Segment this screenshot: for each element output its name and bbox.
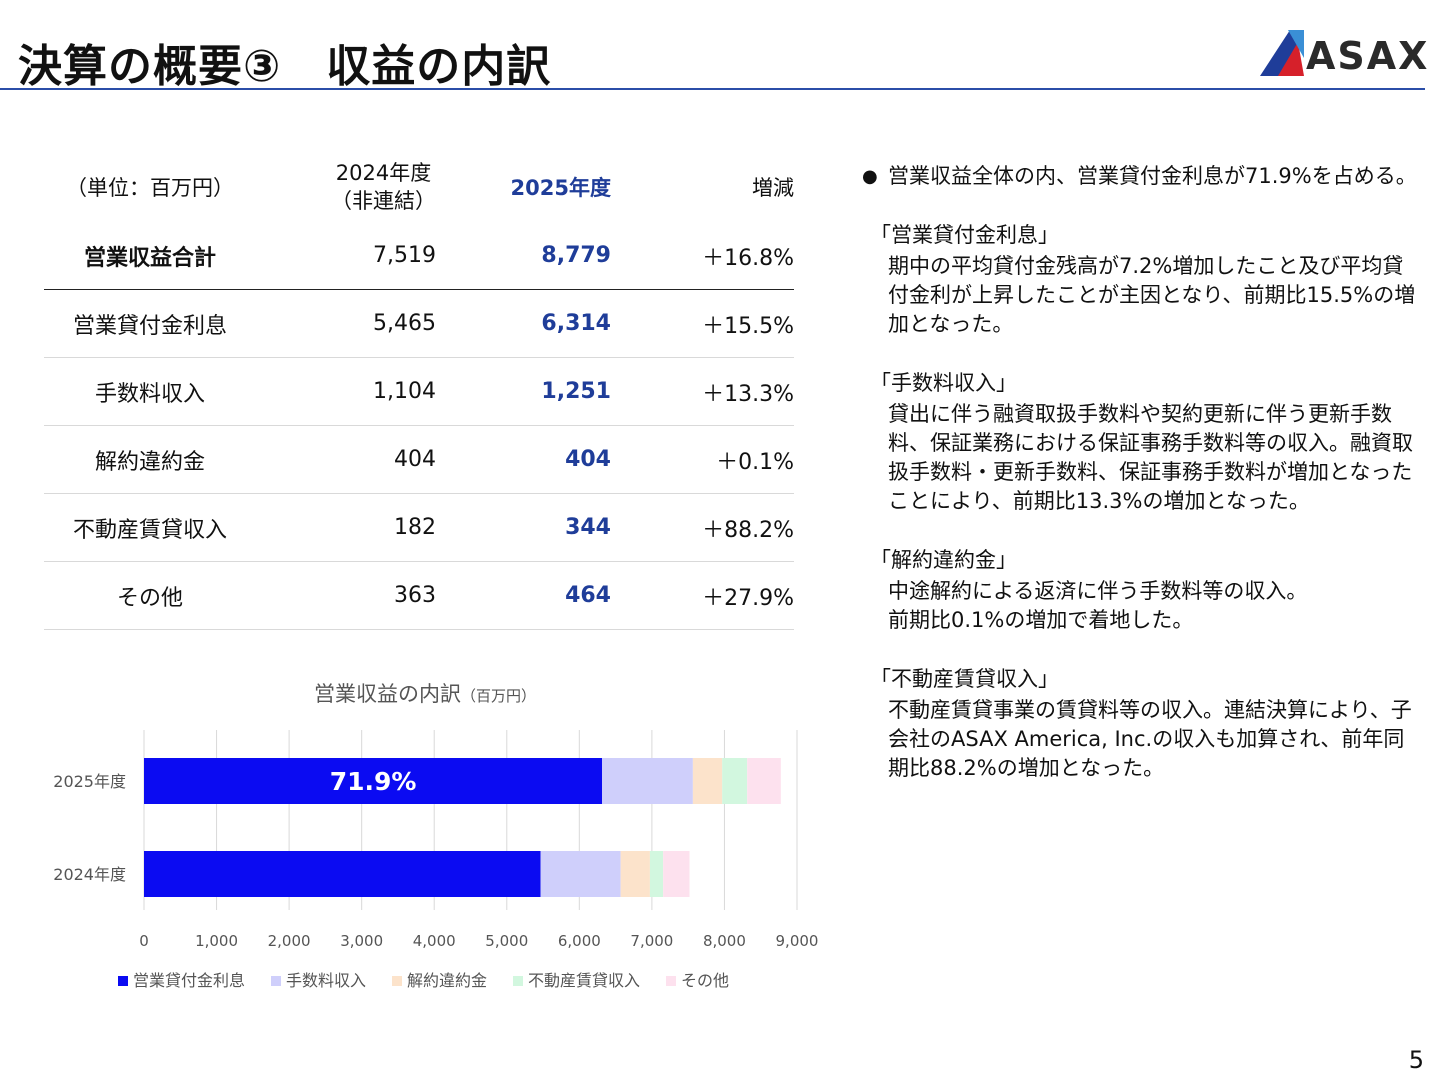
col-now-header: 2025年度 — [510, 176, 611, 200]
row-change-value: ＋27.9% — [611, 561, 794, 630]
bar-segment — [663, 851, 690, 897]
row-label: その他 — [44, 561, 256, 630]
bullet-icon: ● — [862, 166, 878, 187]
x-tick-label: 0 — [139, 932, 149, 950]
revenue-breakdown-chart: 0 1,000 2,000 3,000 4,000 5,000 6,000 7,000 8,00… — [53, 730, 819, 990]
y-category-label: 2024年度 — [53, 865, 126, 884]
table-row: 不動産賃貸収入 182 344 ＋88.2% — [44, 493, 794, 562]
section-heading: 「営業貸付金利息」 — [870, 223, 1059, 247]
legend-swatch — [392, 976, 402, 986]
section-body: 貸出に伴う融資取扱手数料や契約更新に伴う更新手数料、保証業務における保証事務手数… — [888, 402, 1413, 513]
row-prev-value: 404 — [256, 425, 436, 494]
row-change-value: ＋15.5% — [611, 289, 794, 358]
bar-segment — [620, 851, 650, 897]
chart-title: 営業収益の内訳（百万円） — [314, 678, 536, 708]
notes-panel: ● 営業収益全体の内、営業貸付金利息が71.9%を占める。 「営業貸付金利息」 … — [862, 162, 1418, 783]
bar-segment — [747, 758, 781, 804]
row-change-value: ＋13.3% — [611, 357, 794, 426]
row-label: 手数料収入 — [44, 357, 256, 426]
x-tick-label: 6,000 — [558, 932, 601, 950]
table-header-row: （単位：百万円） 2024年度 （非連結） 2025年度 増減 — [44, 152, 794, 222]
bar-segment — [540, 851, 621, 897]
row-now-value: 404 — [436, 425, 611, 494]
legend-label: その他 — [681, 971, 729, 990]
table-row-total: 営業収益合計 7,519 8,779 ＋16.8% — [44, 222, 794, 290]
y-category-label: 2025年度 — [53, 772, 126, 791]
row-now-value: 464 — [436, 561, 611, 630]
summary-bullet: ● 営業収益全体の内、営業貸付金利息が71.9%を占める。 — [862, 162, 1418, 191]
data-label: 71.9% — [330, 767, 417, 796]
x-tick-label: 3,000 — [340, 932, 383, 950]
x-tick-label: 9,000 — [776, 932, 819, 950]
legend-swatch — [666, 976, 676, 986]
chart-title-unit: （百万円） — [461, 687, 537, 705]
row-prev-value: 363 — [256, 561, 436, 630]
section-body: 中途解約による返済に伴う手数料等の収入。 前期比0.1%の増加で着地した。 — [888, 579, 1308, 632]
legend-label: 手数料収入 — [286, 971, 366, 990]
table-row: 手数料収入 1,104 1,251 ＋13.3% — [44, 357, 794, 426]
row-prev-value: 5,465 — [256, 289, 436, 358]
legend-label: 営業貸付金利息 — [133, 971, 245, 990]
table-row: 解約違約金 404 404 ＋0.1% — [44, 425, 794, 494]
x-tick-label: 8,000 — [703, 932, 746, 950]
section-heading: 「不動産賃貸収入」 — [870, 667, 1059, 691]
section-heading: 「手数料収入」 — [870, 371, 1017, 395]
unit-label: （単位：百万円） — [66, 176, 234, 200]
legend-label: 解約違約金 — [407, 971, 487, 990]
col-change-header: 増減 — [752, 176, 794, 200]
revenue-table: （単位：百万円） 2024年度 （非連結） 2025年度 増減 営業収益合計 7… — [44, 152, 794, 630]
bar-segment — [602, 758, 693, 804]
x-tick-label: 7,000 — [630, 932, 673, 950]
row-label: 営業貸付金利息 — [44, 289, 256, 358]
row-now-value: 1,251 — [436, 357, 611, 426]
section-body: 不動産賃貸事業の賃貸料等の収入。連結決算により、子会社のASAX America… — [888, 698, 1412, 780]
legend-swatch — [118, 976, 128, 986]
row-change-value: ＋88.2% — [611, 493, 794, 562]
x-tick-label: 4,000 — [413, 932, 456, 950]
bar-segment — [692, 758, 723, 804]
legend-label: 不動産賃貸収入 — [528, 971, 640, 990]
legend-swatch — [271, 976, 281, 986]
page-title: 決算の概要③ 収益の内訳 — [18, 41, 552, 92]
row-prev-value: 1,104 — [256, 357, 436, 426]
row-now-value: 8,779 — [436, 222, 611, 290]
x-tick-label: 1,000 — [195, 932, 238, 950]
row-label: 解約違約金 — [44, 425, 256, 494]
col-prev-header: 2024年度 （非連結） — [331, 161, 436, 213]
row-label: 営業収益合計 — [44, 222, 256, 290]
logo-text: ASAX — [1306, 34, 1430, 78]
x-tick-label: 2,000 — [268, 932, 311, 950]
row-change-value: ＋0.1% — [611, 425, 794, 494]
row-prev-value: 7,519 — [256, 222, 436, 290]
title-underline — [0, 88, 1425, 90]
section-body: 期中の平均貸付金残高が7.2%増加したこと及び平均貸付金利が上昇したことが主因と… — [888, 254, 1416, 336]
legend-swatch — [513, 976, 523, 986]
bar-segment — [144, 851, 541, 897]
table-row: 営業貸付金利息 5,465 6,314 ＋15.5% — [44, 289, 794, 358]
x-tick-label: 5,000 — [485, 932, 528, 950]
row-prev-value: 182 — [256, 493, 436, 562]
row-now-value: 344 — [436, 493, 611, 562]
bar-segment — [649, 851, 664, 897]
row-now-value: 6,314 — [436, 289, 611, 358]
summary-text: 営業収益全体の内、営業貸付金利息が71.9%を占める。 — [888, 164, 1417, 188]
row-change-value: ＋16.8% — [611, 222, 794, 290]
row-label: 不動産賃貸収入 — [44, 493, 256, 562]
section-heading: 「解約違約金」 — [870, 548, 1017, 572]
chart-title-main: 営業収益の内訳 — [314, 682, 461, 706]
page-number: 5 — [1408, 1046, 1424, 1074]
bar-segment — [722, 758, 748, 804]
table-row: その他 363 464 ＋27.9% — [44, 561, 794, 630]
